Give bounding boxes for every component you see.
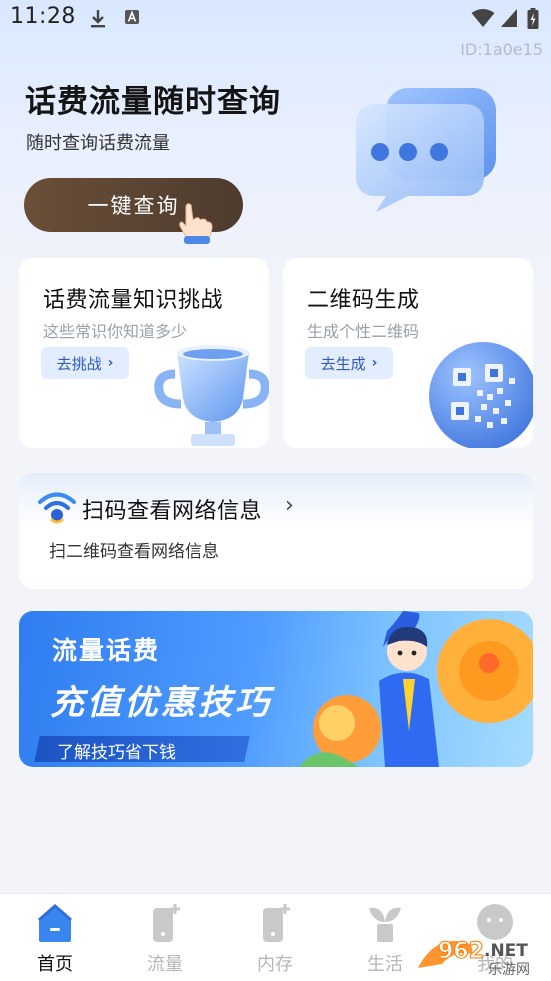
wifi-signal-icon <box>471 9 495 27</box>
challenge-button[interactable]: 去挑战 › <box>41 347 129 379</box>
generate-button[interactable]: 去生成 › <box>305 347 393 379</box>
generate-button-label: 去生成 <box>320 354 366 373</box>
chevron-right-icon: › <box>285 493 294 518</box>
phone-plus-icon <box>153 904 180 942</box>
card-title: 话费流量知识挑战 <box>43 288 224 313</box>
promo-illustration <box>299 611 533 767</box>
chat-bubble-icon <box>356 88 496 212</box>
chevron-right-icon: › <box>107 355 114 371</box>
chevron-right-icon: › <box>371 355 378 371</box>
hero-title: 话费流量随时查询 <box>25 84 281 120</box>
nav-label: 首页 <box>37 954 73 975</box>
promo-banner[interactable]: 流量话费 充值优惠技巧 了解技巧省下钱 <box>19 611 533 767</box>
banner-line-3: 了解技巧省下钱 <box>57 743 176 763</box>
qr-generate-card[interactable]: 二维码生成 生成个性二维码 去生成 › <box>283 258 533 448</box>
page-id: ID:1a0e15 <box>460 40 543 59</box>
nav-label: 内存 <box>257 954 293 975</box>
knowledge-challenge-card[interactable]: 话费流量知识挑战 这些常识你知道多少 去挑战 › <box>19 258 269 448</box>
card-subtitle: 生成个性二维码 <box>307 322 420 341</box>
nav-item-traffic[interactable]: 流量 <box>110 894 220 981</box>
network-info-card[interactable]: 扫码查看网络信息 › 扫二维码查看网络信息 <box>19 473 533 589</box>
challenge-button-label: 去挑战 <box>56 354 102 373</box>
quick-query-label: 一键查询 <box>87 194 180 218</box>
nav-item-home[interactable]: 首页 <box>0 894 110 981</box>
hero-subtitle: 随时查询话费流量 <box>26 133 170 154</box>
svg-text:962: 962 <box>438 939 484 964</box>
qr-code-icon <box>429 342 533 448</box>
sprout-icon <box>369 907 401 942</box>
card-title: 二维码生成 <box>307 288 420 313</box>
banner-line-1: 流量话费 <box>52 636 161 665</box>
wifi-icon <box>38 492 76 524</box>
network-info-title: 扫码查看网络信息 <box>82 499 263 524</box>
nav-label: 流量 <box>147 954 183 975</box>
svg-text:乐游网: 乐游网 <box>488 962 530 978</box>
nav-item-storage[interactable]: 内存 <box>220 894 330 981</box>
trophy-icon <box>154 345 269 446</box>
battery-icon <box>527 8 539 29</box>
cellular-signal-icon <box>501 9 517 27</box>
status-time: 11:28 <box>10 4 76 29</box>
network-info-subtitle: 扫二维码查看网络信息 <box>49 542 219 562</box>
font-app-icon <box>125 10 139 24</box>
pointing-hand-icon <box>179 203 213 244</box>
svg-text:.NET: .NET <box>484 941 528 961</box>
phone-plus-icon <box>263 904 290 942</box>
banner-line-2: 充值优惠技巧 <box>50 683 272 723</box>
download-icon <box>91 10 105 28</box>
status-bar: 11:28 <box>0 0 551 40</box>
site-watermark-logo: 962 .NET 乐游网 <box>418 939 530 978</box>
home-icon <box>38 904 72 942</box>
